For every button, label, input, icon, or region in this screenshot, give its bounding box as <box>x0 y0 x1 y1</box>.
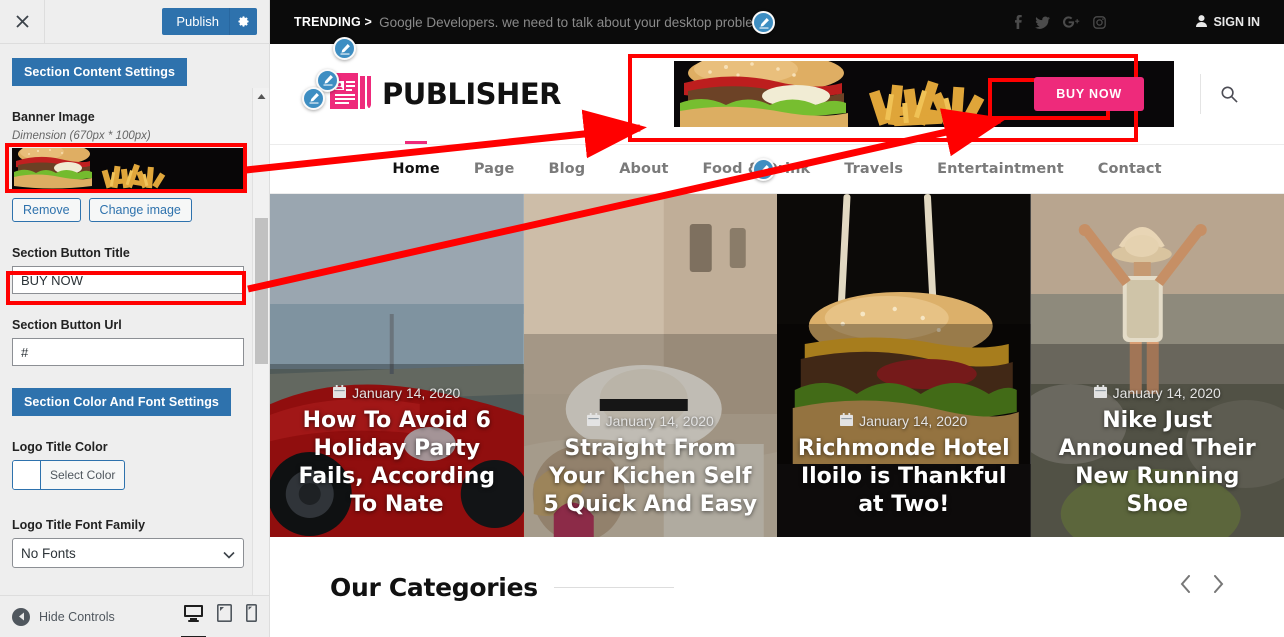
scroll-up-icon[interactable] <box>253 88 269 105</box>
customizer-footer: Hide Controls <box>0 595 269 637</box>
edit-icon-logo-b[interactable] <box>302 86 325 110</box>
banner-buy-now-button[interactable]: BUY NOW <box>1034 77 1144 111</box>
nav-item-entertaintment[interactable]: Entertaintment <box>920 161 1081 177</box>
banner-image-hint: Dimension (670px * 100px) <box>12 130 151 142</box>
publish-group: Publish <box>162 8 257 35</box>
change-image-button[interactable]: Change image <box>88 198 192 222</box>
logo-title: PUBLISHER <box>382 77 561 111</box>
trending-label: TRENDING > <box>294 15 373 29</box>
featured-slider: January 14, 2020 How To Avoid 6 Holiday … <box>270 194 1284 537</box>
slide-card[interactable]: January 14, 2020 How To Avoid 6 Holiday … <box>270 194 524 537</box>
customizer-controls: Section Content Settings Banner Image Di… <box>0 44 269 595</box>
customizer-screen: Publish Section Content Settings Banner … <box>0 0 1284 637</box>
customizer-header: Publish <box>0 0 269 44</box>
banner-image-thumbnail[interactable] <box>12 148 244 189</box>
edit-icon-navigation[interactable] <box>752 158 775 181</box>
nav-item-travels[interactable]: Travels <box>827 161 920 177</box>
collapse-arrow-icon <box>12 607 30 626</box>
section-button-url-label: Section Button Url <box>12 318 122 332</box>
slide-date: January 14, 2020 <box>1093 385 1221 402</box>
sign-in-label: SIGN IN <box>1213 15 1260 29</box>
mobile-icon[interactable] <box>246 604 257 629</box>
logo-title-font-family-select-wrap: No Fonts <box>12 538 244 568</box>
color-swatch <box>13 461 41 489</box>
calendar-icon <box>586 413 600 429</box>
slide-date: January 14, 2020 <box>333 385 460 401</box>
social-links <box>1014 15 1196 29</box>
logo-title-font-family-label: Logo Title Font Family <box>12 518 146 532</box>
section-color-font-settings-button[interactable]: Section Color And Font Settings <box>12 388 231 416</box>
calendar-icon <box>1093 385 1107 401</box>
chevron-right-icon[interactable] <box>1212 575 1224 599</box>
section-button-title-label: Section Button Title <box>12 246 130 260</box>
edit-icon-categories[interactable] <box>333 37 356 60</box>
image-actions: Remove Change image <box>12 198 257 222</box>
select-color-label: Select Color <box>50 468 116 482</box>
nav-item-page[interactable]: Page <box>457 161 532 177</box>
sign-in-link[interactable]: SIGN IN <box>1196 14 1260 30</box>
device-preview-group <box>181 604 257 637</box>
facebook-icon[interactable] <box>1014 15 1023 29</box>
instagram-icon[interactable] <box>1093 15 1107 29</box>
nav-item-home[interactable]: Home <box>375 161 456 177</box>
slide-date-text: January 14, 2020 <box>1112 385 1221 402</box>
chevron-left-icon[interactable] <box>1180 575 1192 599</box>
slide-date-text: January 14, 2020 <box>605 413 714 430</box>
slide-card[interactable]: January 14, 2020 Straight From Your Kich… <box>523 194 777 537</box>
nav-item-about[interactable]: About <box>602 161 685 177</box>
publish-button[interactable]: Publish <box>162 8 229 35</box>
carousel-controls <box>1180 575 1224 599</box>
trending-headline[interactable]: Google Developers. we need to talk about… <box>379 15 764 30</box>
logo-title-color-label: Logo Title Color <box>12 440 108 454</box>
google-plus-icon[interactable] <box>1063 16 1080 28</box>
slide-date: January 14, 2020 <box>586 413 714 430</box>
slide-date-text: January 14, 2020 <box>859 413 968 430</box>
edit-icon-trending[interactable] <box>752 11 775 34</box>
user-icon <box>1196 14 1208 30</box>
slide-title[interactable]: How To Avoid 6 Holiday Party Fails, Acco… <box>288 407 506 519</box>
remove-image-button[interactable]: Remove <box>12 198 81 222</box>
hide-controls-label: Hide Controls <box>39 609 115 624</box>
logo-title-font-family-select[interactable]: No Fonts <box>12 538 244 568</box>
banner-image-label: Banner Image <box>12 110 95 124</box>
slide-title[interactable]: Richmonde Hotel Iloilo is Thankful at Tw… <box>795 435 1013 519</box>
divider <box>1200 74 1201 114</box>
tablet-icon[interactable] <box>217 604 232 629</box>
site-preview: TRENDING > Google Developers. we need to… <box>270 0 1284 637</box>
customizer-sidebar: Publish Section Content Settings Banner … <box>0 0 270 637</box>
nav-item-blog[interactable]: Blog <box>531 161 602 177</box>
logo-title-color-picker[interactable]: Select Color <box>12 460 126 490</box>
section-title: Our Categories <box>330 572 538 602</box>
calendar-icon <box>333 385 347 401</box>
scrollbar-thumb[interactable] <box>255 218 268 364</box>
slide-date: January 14, 2020 <box>840 413 967 429</box>
site-navigation: Home Page Blog About Food & Drink Travel… <box>270 144 1284 194</box>
search-icon[interactable] <box>1221 86 1238 103</box>
slide-title[interactable]: Straight From Your Kichen Self 5 Quick A… <box>542 435 760 519</box>
twitter-icon[interactable] <box>1035 16 1051 29</box>
section-content-settings-button[interactable]: Section Content Settings <box>12 58 188 86</box>
slide-card[interactable]: January 14, 2020 Nike Just Announed Thei… <box>1030 194 1284 537</box>
gear-icon[interactable] <box>229 8 257 35</box>
slide-date-text: January 14, 2020 <box>352 385 461 402</box>
sidebar-scrollbar[interactable] <box>252 88 269 595</box>
site-logobar: PUBLISHER BUY NOW <box>270 44 1284 144</box>
site-logo[interactable]: PUBLISHER <box>294 68 561 118</box>
section-button-title-input[interactable] <box>12 266 244 294</box>
desktop-icon[interactable] <box>181 604 206 637</box>
section-button-url-input[interactable] <box>12 338 244 366</box>
hide-controls-button[interactable]: Hide Controls <box>12 607 115 626</box>
site-topbar: TRENDING > Google Developers. we need to… <box>270 0 1284 44</box>
slide-title[interactable]: Nike Just Announed Their New Running Sho… <box>1049 407 1267 519</box>
calendar-icon <box>840 413 854 429</box>
slide-card[interactable]: January 14, 2020 Richmonde Hotel Iloilo … <box>777 194 1031 537</box>
divider <box>553 586 674 588</box>
nav-item-contact[interactable]: Contact <box>1081 161 1179 177</box>
close-icon[interactable] <box>0 0 45 43</box>
our-categories-section: Our Categories <box>270 37 1284 637</box>
banner-image[interactable]: BUY NOW <box>674 61 1174 127</box>
